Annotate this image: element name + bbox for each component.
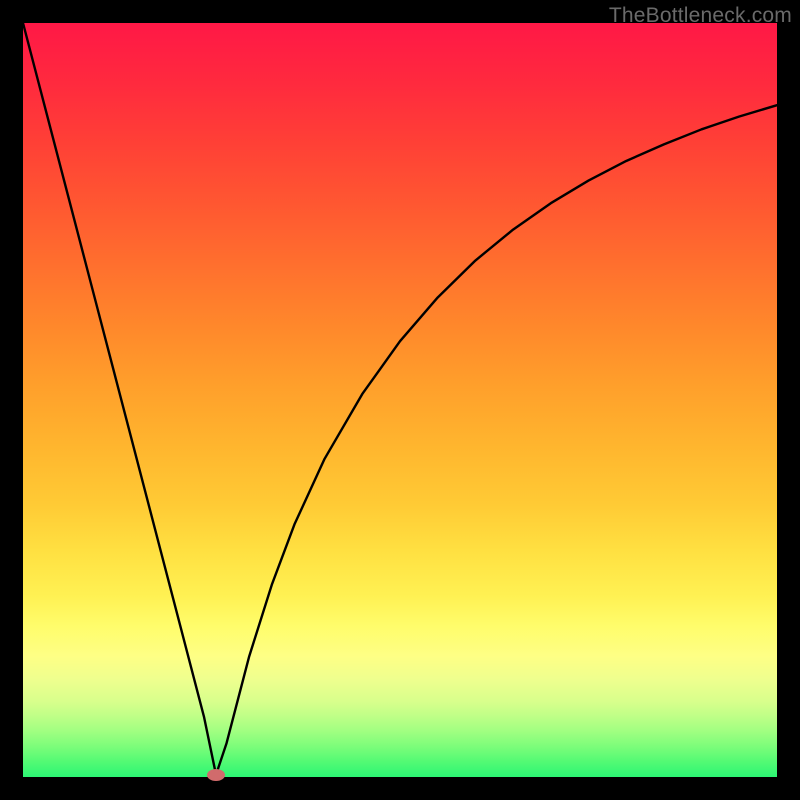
curve-layer (23, 23, 777, 777)
minimum-marker (207, 769, 225, 781)
plot-area (23, 23, 777, 777)
chart-frame: TheBottleneck.com (0, 0, 800, 800)
bottleneck-curve (23, 23, 777, 775)
watermark-text: TheBottleneck.com (609, 4, 792, 28)
